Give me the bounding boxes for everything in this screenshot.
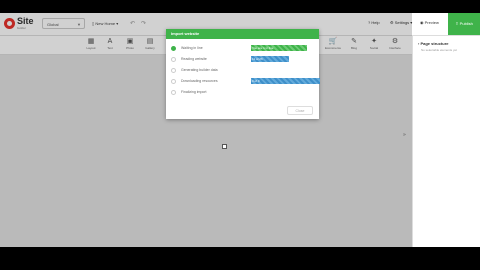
eye-icon: ◉ xyxy=(420,20,424,25)
close-button[interactable]: Close xyxy=(287,106,313,115)
preview-button[interactable]: ◉ Preview xyxy=(420,20,439,26)
progress-text: You are 1 in line xyxy=(252,46,274,50)
dialog-title: Import website xyxy=(166,29,319,39)
step-label: Reading website xyxy=(181,57,207,61)
step-generating: Generating builder data xyxy=(171,67,314,73)
step-label: Finalizing import xyxy=(181,90,207,94)
progress-text: 0 of 0 xyxy=(252,79,260,83)
panel-subtitle: No selectable elements yet xyxy=(421,48,458,52)
import-website-dialog: Import website Waiting in line You are 1… xyxy=(166,29,320,119)
panel-title-text: Page structure xyxy=(420,41,449,46)
step-label: Generating builder data xyxy=(181,68,218,72)
step-downloading: Downloading resources 0 of 0 xyxy=(171,78,320,84)
step-reading: Reading website 11 of 26 xyxy=(171,56,314,62)
step-label: Waiting in line xyxy=(181,46,203,50)
preview-label: Preview xyxy=(424,20,439,25)
step-finalizing: Finalizing import xyxy=(171,89,314,95)
step-waiting: Waiting in line You are 1 in line xyxy=(171,45,314,51)
pending-icon xyxy=(171,78,176,84)
progress-text: 11 of 26 xyxy=(252,57,263,61)
page-structure-panel: › Page structure No selectable elements … xyxy=(403,36,480,247)
check-icon xyxy=(171,45,176,51)
step-label: Downloading resources xyxy=(181,79,218,83)
publish-button[interactable]: ⇪ Publish xyxy=(448,13,480,35)
publish-icon: ⇪ xyxy=(455,21,459,26)
publish-label: Publish xyxy=(459,21,473,26)
progress-bar: 0 of 0 xyxy=(251,78,320,84)
progress-bar: You are 1 in line xyxy=(251,45,307,51)
pending-icon xyxy=(171,67,176,73)
site-builder-app: Site builder Global ▼ ▯ New Home ▾ ↶ ↷ ?… xyxy=(0,13,480,247)
pending-icon xyxy=(171,56,176,62)
panel-title: › Page structure xyxy=(418,41,448,46)
mouse-cursor xyxy=(222,144,227,149)
pending-icon xyxy=(171,89,176,95)
progress-bar: 11 of 26 xyxy=(251,56,289,62)
